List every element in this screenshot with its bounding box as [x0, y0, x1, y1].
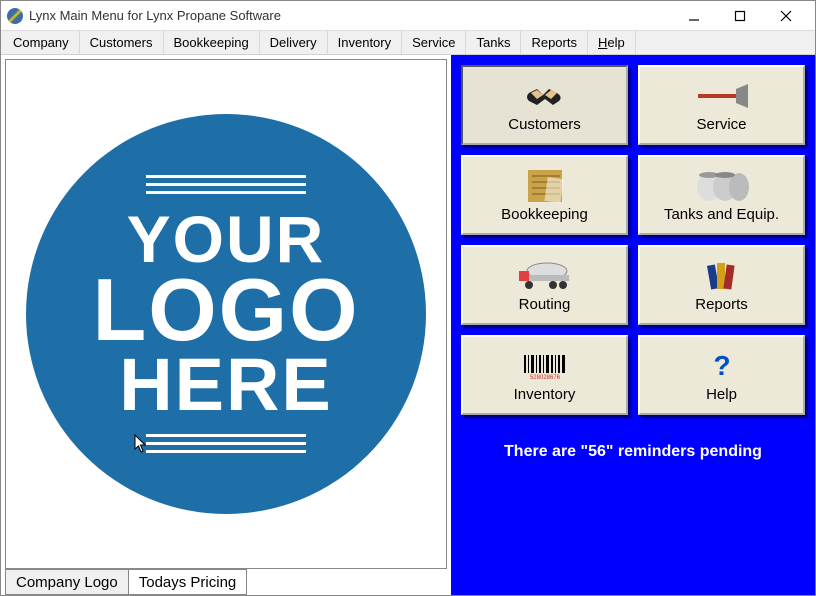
- tile-label: Inventory: [514, 386, 576, 403]
- menu-help[interactable]: Help: [588, 31, 636, 54]
- window-title: Lynx Main Menu for Lynx Propane Software: [29, 8, 671, 23]
- close-button[interactable]: [763, 1, 809, 31]
- svg-text:?: ?: [713, 351, 730, 381]
- tile-label: Tanks and Equip.: [664, 206, 779, 223]
- reminders-text: There are "56" reminders pending: [461, 443, 805, 461]
- books-icon: [705, 258, 739, 294]
- content-area: YOUR LOGO HERE Company Logo Todays Prici…: [1, 55, 815, 595]
- question-icon: ?: [712, 348, 732, 384]
- svg-text:528028676: 528028676: [529, 375, 560, 381]
- tab-company-logo[interactable]: Company Logo: [5, 569, 129, 595]
- bottom-tabs: Company Logo Todays Pricing: [5, 569, 447, 595]
- logo-decoration-top: [146, 170, 306, 199]
- logo-decoration-bottom: [146, 429, 306, 458]
- tanks-icon: [695, 168, 749, 204]
- logo-placeholder: YOUR LOGO HERE: [26, 114, 426, 514]
- tile-grid: Customers Service: [461, 65, 805, 415]
- right-pane: Customers Service: [451, 55, 815, 595]
- titlebar: Lynx Main Menu for Lynx Propane Software: [1, 1, 815, 31]
- logo-line3: HERE: [92, 351, 359, 419]
- logo-frame: YOUR LOGO HERE: [5, 59, 447, 569]
- app-icon: [7, 8, 23, 24]
- tile-tanks-equip[interactable]: Tanks and Equip.: [638, 155, 805, 235]
- menu-customers[interactable]: Customers: [80, 31, 164, 54]
- tile-inventory[interactable]: 528028676 Inventory: [461, 335, 628, 415]
- menubar: Company Customers Bookkeeping Delivery I…: [1, 31, 815, 55]
- tab-todays-pricing[interactable]: Todays Pricing: [128, 569, 248, 595]
- tile-bookkeeping[interactable]: Bookkeeping: [461, 155, 628, 235]
- barcode-icon: 528028676: [522, 348, 568, 384]
- logo-text: YOUR LOGO HERE: [92, 209, 359, 419]
- menu-tanks[interactable]: Tanks: [466, 31, 521, 54]
- tile-routing[interactable]: Routing: [461, 245, 628, 325]
- menu-reports[interactable]: Reports: [521, 31, 588, 54]
- truck-icon: [517, 258, 573, 294]
- menu-bookkeeping[interactable]: Bookkeeping: [164, 31, 260, 54]
- tile-customers[interactable]: Customers: [461, 65, 628, 145]
- menu-inventory[interactable]: Inventory: [328, 31, 402, 54]
- maximize-button[interactable]: [717, 1, 763, 31]
- tile-label: Customers: [508, 116, 581, 133]
- logo-line2: LOGO: [92, 270, 359, 351]
- menu-company[interactable]: Company: [3, 31, 80, 54]
- tile-reports[interactable]: Reports: [638, 245, 805, 325]
- minimize-button[interactable]: [671, 1, 717, 31]
- wrench-icon: [694, 78, 750, 114]
- tile-label: Reports: [695, 296, 748, 313]
- tile-label: Routing: [519, 296, 571, 313]
- menu-service[interactable]: Service: [402, 31, 466, 54]
- tile-service[interactable]: Service: [638, 65, 805, 145]
- menu-delivery[interactable]: Delivery: [260, 31, 328, 54]
- window-controls: [671, 1, 809, 31]
- left-pane: YOUR LOGO HERE Company Logo Todays Prici…: [1, 55, 451, 595]
- tile-label: Help: [706, 386, 737, 403]
- handshake-icon: [523, 78, 567, 114]
- tile-label: Service: [696, 116, 746, 133]
- ledger-icon: [526, 168, 564, 204]
- tile-label: Bookkeeping: [501, 206, 588, 223]
- tile-help[interactable]: ? Help: [638, 335, 805, 415]
